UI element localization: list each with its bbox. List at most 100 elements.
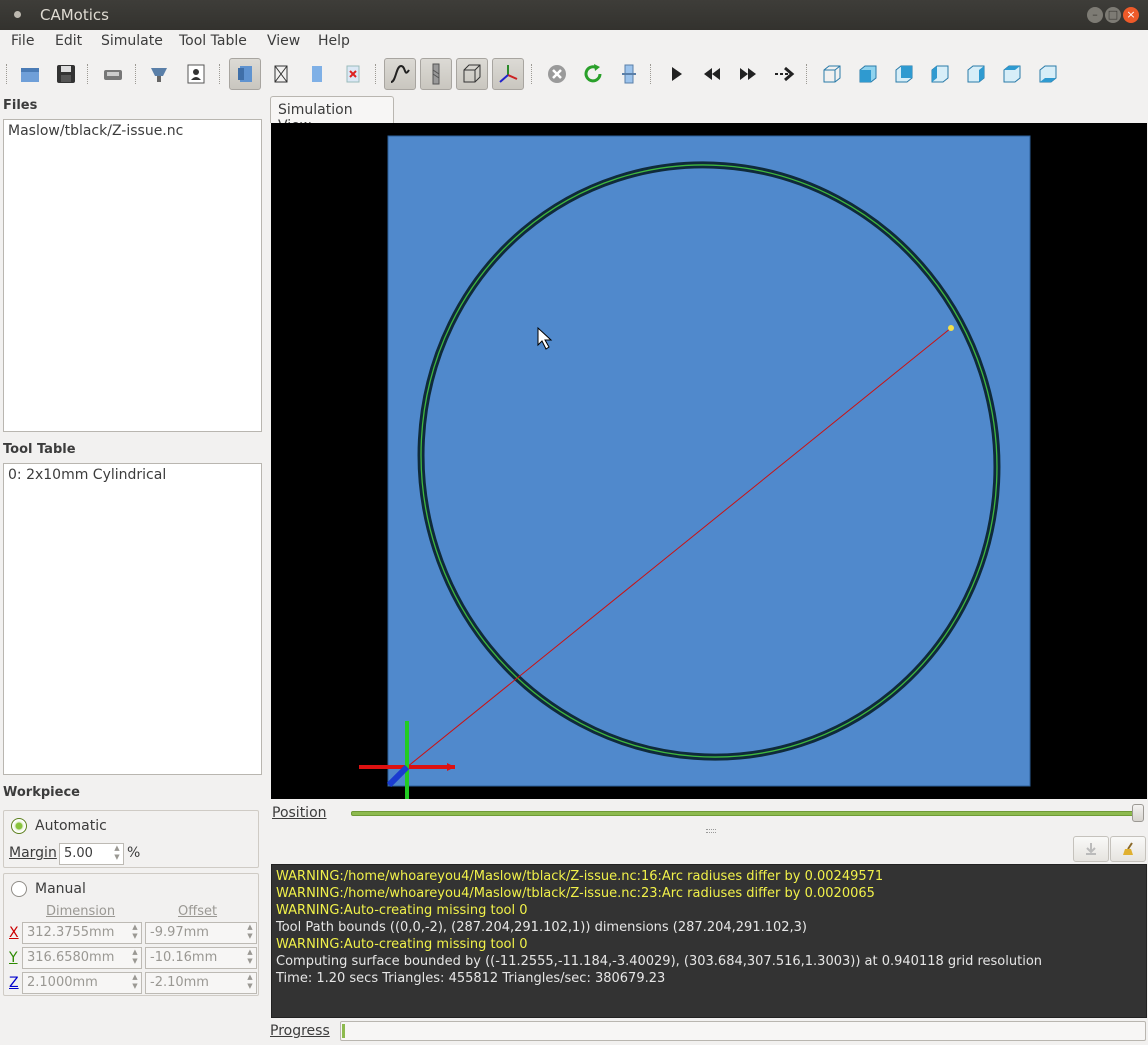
log-line: WARNING:Auto-creating missing tool 0 (276, 937, 528, 952)
view-top-icon[interactable] (996, 58, 1028, 90)
toolbar (0, 56, 1148, 92)
simulation-viewport[interactable] (271, 123, 1147, 799)
view-left-icon[interactable] (924, 58, 956, 90)
view-right-icon[interactable] (960, 58, 992, 90)
toolbar-separator (87, 64, 89, 84)
position-label: Position (272, 805, 327, 821)
toolbar-separator (219, 64, 221, 84)
workpiece-icon[interactable] (301, 58, 333, 90)
x-offset-value: -9.97mm (150, 925, 209, 940)
tool-table-label: Tool Table (3, 442, 76, 457)
z-offset-input[interactable]: -2.10mm ▲ ▼ (145, 972, 257, 994)
user-icon[interactable] (180, 58, 212, 90)
stop-icon[interactable] (541, 58, 573, 90)
splitter-handle[interactable] (706, 829, 716, 833)
menu-tool-table[interactable]: Tool Table (179, 33, 247, 49)
menu-edit[interactable]: Edit (55, 33, 82, 49)
files-label: Files (3, 98, 38, 113)
x-offset-input[interactable]: -9.97mm ▲ ▼ (145, 922, 257, 944)
y-offset-input[interactable]: -10.16mm ▲ ▼ (145, 947, 257, 969)
play-icon[interactable] (660, 58, 692, 90)
z-dimension-input[interactable]: 2.1000mm ▲ ▼ (22, 972, 142, 994)
x-dimension-input[interactable]: 312.3755mm ▲ ▼ (22, 922, 142, 944)
z-dimension-stepper[interactable]: ▲ ▼ (129, 973, 141, 993)
toolbar-separator (6, 64, 8, 84)
automatic-radio[interactable] (11, 818, 27, 834)
maximize-icon[interactable]: □ (1105, 7, 1121, 23)
menu-view[interactable]: View (267, 33, 300, 49)
y-axis-label: Y (9, 950, 18, 966)
simulation-canvas[interactable] (271, 123, 1147, 799)
bbox-icon[interactable] (456, 58, 488, 90)
rewind-icon[interactable] (696, 58, 728, 90)
workpiece-label: Workpiece (3, 785, 80, 800)
import-tool-icon[interactable] (143, 58, 175, 90)
file-item[interactable]: Maslow/tblack/Z-issue.nc (8, 123, 183, 139)
y-offset-value: -10.16mm (150, 950, 218, 965)
toolpath-icon[interactable] (384, 58, 416, 90)
position-slider-handle[interactable] (1132, 804, 1144, 822)
title-bar: CAMotics – □ × (0, 0, 1148, 30)
save-icon[interactable] (50, 58, 82, 90)
reload-icon[interactable] (577, 58, 609, 90)
margin-value: 5.00 (64, 846, 93, 861)
fast-forward-icon[interactable] (732, 58, 764, 90)
console-log[interactable]: WARNING:/home/whoareyou4/Maslow/tblack/Z… (271, 864, 1147, 1018)
log-line: WARNING:Auto-creating missing tool 0 (276, 903, 528, 918)
x-dimension-value: 312.3755mm (27, 925, 115, 940)
automatic-label[interactable]: Automatic (35, 818, 107, 834)
wireframe-icon[interactable] (265, 58, 297, 90)
view-mode-icon[interactable] (229, 58, 261, 90)
minimize-icon[interactable]: – (1087, 7, 1103, 23)
toolbar-separator (375, 64, 377, 84)
tool-icon[interactable] (420, 58, 452, 90)
view-front-icon[interactable] (852, 58, 884, 90)
dimension-header: Dimension (46, 904, 116, 919)
clear-log-button[interactable] (1110, 836, 1146, 862)
tool-item[interactable]: 0: 2x10mm Cylindrical (8, 467, 166, 483)
menu-simulate[interactable]: Simulate (101, 33, 163, 49)
download-icon (1086, 843, 1096, 855)
menu-file[interactable]: File (11, 33, 34, 49)
y-dimension-stepper[interactable]: ▲ ▼ (129, 948, 141, 968)
manual-radio[interactable] (11, 881, 27, 897)
margin-input[interactable]: 5.00 ▲ ▼ (59, 843, 124, 865)
menu-help[interactable]: Help (318, 33, 350, 49)
z-dimension-value: 2.1000mm (27, 975, 98, 990)
clear-icon[interactable] (337, 58, 369, 90)
save-log-button[interactable] (1073, 836, 1109, 862)
margin-unit: % (127, 845, 141, 861)
manual-label[interactable]: Manual (35, 881, 86, 897)
log-line: Time: 1.20 secs Triangles: 455812 Triang… (276, 971, 666, 986)
view-iso-icon[interactable] (816, 58, 848, 90)
z-offset-stepper[interactable]: ▲ ▼ (244, 973, 256, 993)
tab-simulation-view[interactable]: Simulation View (270, 96, 394, 134)
z-axis-label: Z (9, 975, 19, 991)
x-dimension-stepper[interactable]: ▲ ▼ (129, 923, 141, 943)
step-icon[interactable] (768, 58, 800, 90)
open-icon[interactable] (14, 58, 46, 90)
offset-header: Offset (178, 904, 218, 919)
toolbar-separator (650, 64, 652, 84)
position-slider[interactable] (351, 811, 1141, 816)
manual-group: Manual Dimension Offset X 312.3755mm ▲ ▼ -… (3, 873, 259, 996)
view-back-icon[interactable] (888, 58, 920, 90)
x-axis-label: X (9, 925, 19, 941)
tool-position-marker (948, 325, 954, 331)
margin-label: Margin (9, 845, 57, 861)
tool-table-list[interactable]: 0: 2x10mm Cylindrical (3, 463, 262, 775)
y-offset-stepper[interactable]: ▲ ▼ (244, 948, 256, 968)
window-menu-icon[interactable] (14, 11, 21, 18)
y-dimension-input[interactable]: 316.6580mm ▲ ▼ (22, 947, 142, 969)
view-bottom-icon[interactable] (1032, 58, 1064, 90)
settings-icon[interactable] (613, 58, 645, 90)
log-line: WARNING:/home/whoareyou4/Maslow/tblack/Z… (276, 886, 875, 901)
files-list[interactable]: Maslow/tblack/Z-issue.nc (3, 119, 262, 432)
x-offset-stepper[interactable]: ▲ ▼ (244, 923, 256, 943)
export-icon[interactable] (97, 58, 129, 90)
margin-stepper[interactable]: ▲ ▼ (111, 844, 123, 864)
workpiece (387, 135, 1031, 787)
broom-icon (1123, 842, 1133, 855)
axes-icon[interactable] (492, 58, 524, 90)
close-icon[interactable]: × (1123, 7, 1139, 23)
